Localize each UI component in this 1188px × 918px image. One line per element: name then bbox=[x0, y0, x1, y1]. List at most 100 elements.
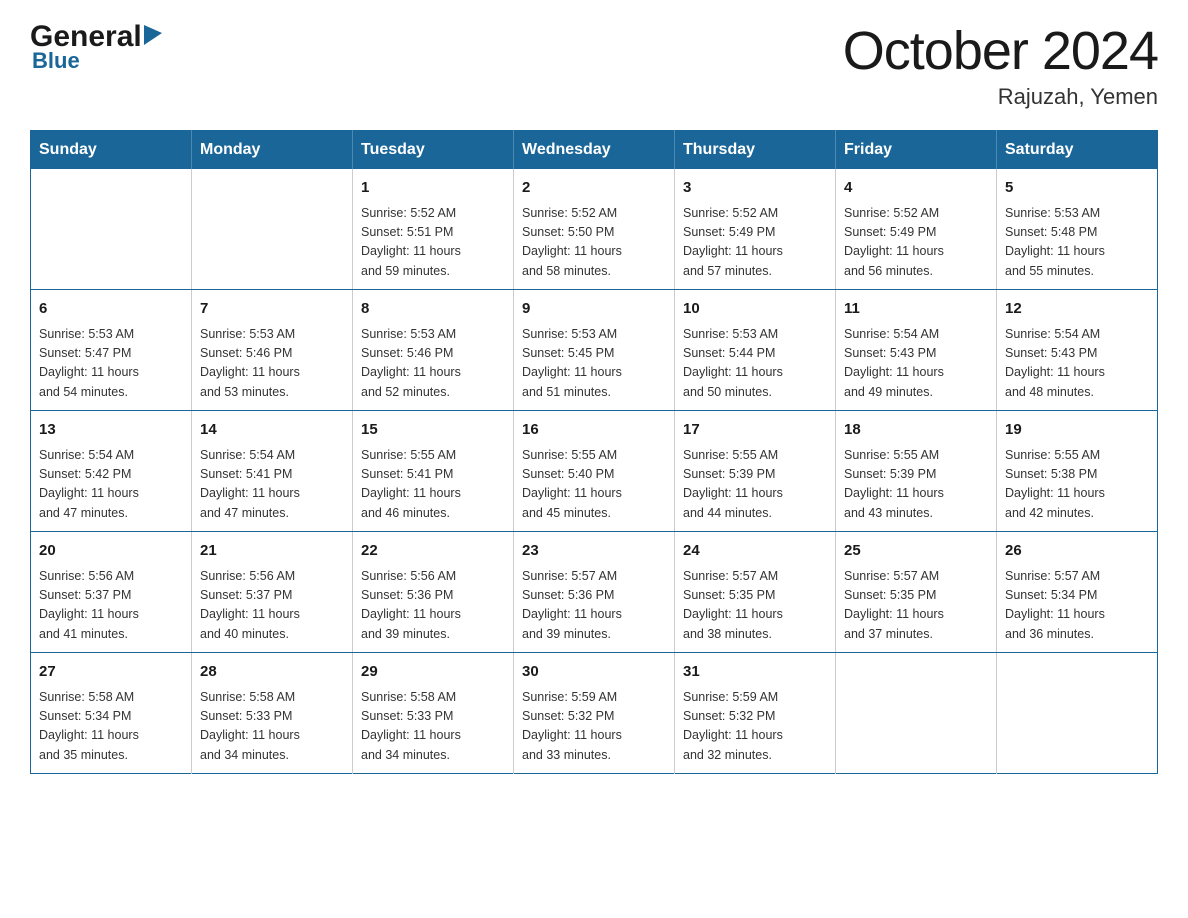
day-number: 8 bbox=[361, 298, 505, 321]
day-number: 9 bbox=[522, 298, 666, 321]
day-info: Sunrise: 5:53 AMSunset: 5:44 PMDaylight:… bbox=[683, 325, 827, 403]
calendar-cell: 9 Sunrise: 5:53 AMSunset: 5:45 PMDaylight… bbox=[514, 290, 675, 411]
calendar-cell: 10 Sunrise: 5:53 AMSunset: 5:44 PMDayligh… bbox=[675, 290, 836, 411]
calendar-cell: 28 Sunrise: 5:58 AMSunset: 5:33 PMDayligh… bbox=[192, 653, 353, 774]
day-number: 5 bbox=[1005, 177, 1149, 200]
calendar-week-row: 13Sunrise: 5:54 AMSunset: 5:42 PMDayligh… bbox=[31, 411, 1158, 532]
calendar-cell: 1 Sunrise: 5:52 AMSunset: 5:51 PMDaylight… bbox=[353, 169, 514, 290]
calendar-week-row: 27Sunrise: 5:58 AMSunset: 5:34 PMDayligh… bbox=[31, 653, 1158, 774]
header-saturday: Saturday bbox=[997, 131, 1158, 170]
day-info: Sunrise: 5:52 AMSunset: 5:51 PMDaylight:… bbox=[361, 204, 505, 282]
day-number: 22 bbox=[361, 540, 505, 563]
day-number: 15 bbox=[361, 419, 505, 442]
calendar-cell: 16 Sunrise: 5:55 AMSunset: 5:40 PMDayligh… bbox=[514, 411, 675, 532]
header-tuesday: Tuesday bbox=[353, 131, 514, 170]
day-number: 28 bbox=[200, 661, 344, 684]
calendar-cell: 20 Sunrise: 5:56 AMSunset: 5:37 PMDayligh… bbox=[31, 532, 192, 653]
day-number: 10 bbox=[683, 298, 827, 321]
calendar-week-row: 20 Sunrise: 5:56 AMSunset: 5:37 PMDayligh… bbox=[31, 532, 1158, 653]
header-sunday: Sunday bbox=[31, 131, 192, 170]
calendar-cell bbox=[997, 653, 1158, 774]
day-number: 26 bbox=[1005, 540, 1149, 563]
day-info: Sunrise: 5:56 AMSunset: 5:37 PMDaylight:… bbox=[39, 567, 183, 645]
day-number: 30 bbox=[522, 661, 666, 684]
day-info: Sunrise: 5:54 AMSunset: 5:43 PMDaylight:… bbox=[1005, 325, 1149, 403]
day-info: Sunrise: 5:55 AMSunset: 5:39 PMDaylight:… bbox=[844, 446, 988, 524]
day-number: 20 bbox=[39, 540, 183, 563]
day-info: Sunrise: 5:57 AMSunset: 5:35 PMDaylight:… bbox=[844, 567, 988, 645]
day-info: Sunrise: 5:54 AMSunset: 5:43 PMDaylight:… bbox=[844, 325, 988, 403]
calendar-cell: 4Sunrise: 5:52 AMSunset: 5:49 PMDaylight… bbox=[836, 169, 997, 290]
day-number: 19 bbox=[1005, 419, 1149, 442]
day-number: 1 bbox=[361, 177, 505, 200]
day-info: Sunrise: 5:59 AMSunset: 5:32 PMDaylight:… bbox=[683, 688, 827, 766]
calendar-cell: 5 Sunrise: 5:53 AMSunset: 5:48 PMDaylight… bbox=[997, 169, 1158, 290]
day-number: 21 bbox=[200, 540, 344, 563]
calendar-cell: 14Sunrise: 5:54 AMSunset: 5:41 PMDayligh… bbox=[192, 411, 353, 532]
day-info: Sunrise: 5:53 AMSunset: 5:45 PMDaylight:… bbox=[522, 325, 666, 403]
calendar-week-row: 1 Sunrise: 5:52 AMSunset: 5:51 PMDaylight… bbox=[31, 169, 1158, 290]
location: Rajuzah, Yemen bbox=[843, 84, 1158, 110]
day-number: 3 bbox=[683, 177, 827, 200]
day-info: Sunrise: 5:52 AMSunset: 5:49 PMDaylight:… bbox=[683, 204, 827, 282]
calendar-table: Sunday Monday Tuesday Wednesday Thursday… bbox=[30, 130, 1158, 774]
day-info: Sunrise: 5:53 AMSunset: 5:46 PMDaylight:… bbox=[361, 325, 505, 403]
day-number: 17 bbox=[683, 419, 827, 442]
calendar-cell: 17 Sunrise: 5:55 AMSunset: 5:39 PMDayligh… bbox=[675, 411, 836, 532]
day-info: Sunrise: 5:53 AMSunset: 5:47 PMDaylight:… bbox=[39, 325, 183, 403]
day-number: 6 bbox=[39, 298, 183, 321]
calendar-cell: 24 Sunrise: 5:57 AMSunset: 5:35 PMDayligh… bbox=[675, 532, 836, 653]
header-monday: Monday bbox=[192, 131, 353, 170]
day-number: 23 bbox=[522, 540, 666, 563]
day-info: Sunrise: 5:53 AMSunset: 5:48 PMDaylight:… bbox=[1005, 204, 1149, 282]
title-section: October 2024 Rajuzah, Yemen bbox=[843, 20, 1158, 110]
calendar-cell: 26 Sunrise: 5:57 AMSunset: 5:34 PMDayligh… bbox=[997, 532, 1158, 653]
day-info: Sunrise: 5:55 AMSunset: 5:39 PMDaylight:… bbox=[683, 446, 827, 524]
day-info: Sunrise: 5:54 AMSunset: 5:42 PMDaylight:… bbox=[39, 446, 183, 524]
calendar-cell: 7 Sunrise: 5:53 AMSunset: 5:46 PMDaylight… bbox=[192, 290, 353, 411]
day-info: Sunrise: 5:53 AMSunset: 5:46 PMDaylight:… bbox=[200, 325, 344, 403]
calendar-cell: 31 Sunrise: 5:59 AMSunset: 5:32 PMDayligh… bbox=[675, 653, 836, 774]
day-number: 24 bbox=[683, 540, 827, 563]
calendar-cell: 18Sunrise: 5:55 AMSunset: 5:39 PMDayligh… bbox=[836, 411, 997, 532]
calendar-cell: 27Sunrise: 5:58 AMSunset: 5:34 PMDayligh… bbox=[31, 653, 192, 774]
day-info: Sunrise: 5:52 AMSunset: 5:50 PMDaylight:… bbox=[522, 204, 666, 282]
day-info: Sunrise: 5:58 AMSunset: 5:33 PMDaylight:… bbox=[361, 688, 505, 766]
calendar-cell bbox=[192, 169, 353, 290]
calendar-cell: 23Sunrise: 5:57 AMSunset: 5:36 PMDayligh… bbox=[514, 532, 675, 653]
day-info: Sunrise: 5:58 AMSunset: 5:33 PMDaylight:… bbox=[200, 688, 344, 766]
logo-blue-text: Blue bbox=[32, 48, 80, 74]
header-friday: Friday bbox=[836, 131, 997, 170]
header-thursday: Thursday bbox=[675, 131, 836, 170]
day-number: 7 bbox=[200, 298, 344, 321]
day-info: Sunrise: 5:55 AMSunset: 5:38 PMDaylight:… bbox=[1005, 446, 1149, 524]
day-number: 11 bbox=[844, 298, 988, 321]
day-info: Sunrise: 5:55 AMSunset: 5:40 PMDaylight:… bbox=[522, 446, 666, 524]
calendar-cell: 3 Sunrise: 5:52 AMSunset: 5:49 PMDaylight… bbox=[675, 169, 836, 290]
day-number: 31 bbox=[683, 661, 827, 684]
day-number: 12 bbox=[1005, 298, 1149, 321]
day-number: 25 bbox=[844, 540, 988, 563]
calendar-cell: 12 Sunrise: 5:54 AMSunset: 5:43 PMDayligh… bbox=[997, 290, 1158, 411]
month-title: October 2024 bbox=[843, 20, 1158, 82]
day-info: Sunrise: 5:57 AMSunset: 5:35 PMDaylight:… bbox=[683, 567, 827, 645]
page-header: General Blue October 2024 Rajuzah, Yemen bbox=[30, 20, 1158, 110]
calendar-cell: 25 Sunrise: 5:57 AMSunset: 5:35 PMDayligh… bbox=[836, 532, 997, 653]
day-number: 16 bbox=[522, 419, 666, 442]
calendar-cell: 29Sunrise: 5:58 AMSunset: 5:33 PMDayligh… bbox=[353, 653, 514, 774]
logo: General Blue bbox=[30, 20, 162, 74]
day-info: Sunrise: 5:56 AMSunset: 5:36 PMDaylight:… bbox=[361, 567, 505, 645]
calendar-cell: 15 Sunrise: 5:55 AMSunset: 5:41 PMDayligh… bbox=[353, 411, 514, 532]
calendar-cell: 13Sunrise: 5:54 AMSunset: 5:42 PMDayligh… bbox=[31, 411, 192, 532]
weekday-header-row: Sunday Monday Tuesday Wednesday Thursday… bbox=[31, 131, 1158, 170]
day-info: Sunrise: 5:57 AMSunset: 5:34 PMDaylight:… bbox=[1005, 567, 1149, 645]
calendar-cell: 8 Sunrise: 5:53 AMSunset: 5:46 PMDaylight… bbox=[353, 290, 514, 411]
day-info: Sunrise: 5:59 AMSunset: 5:32 PMDaylight:… bbox=[522, 688, 666, 766]
calendar-week-row: 6 Sunrise: 5:53 AMSunset: 5:47 PMDaylight… bbox=[31, 290, 1158, 411]
day-number: 27 bbox=[39, 661, 183, 684]
day-info: Sunrise: 5:56 AMSunset: 5:37 PMDaylight:… bbox=[200, 567, 344, 645]
calendar-cell bbox=[836, 653, 997, 774]
calendar-cell: 19 Sunrise: 5:55 AMSunset: 5:38 PMDayligh… bbox=[997, 411, 1158, 532]
day-info: Sunrise: 5:55 AMSunset: 5:41 PMDaylight:… bbox=[361, 446, 505, 524]
day-info: Sunrise: 5:54 AMSunset: 5:41 PMDaylight:… bbox=[200, 446, 344, 524]
